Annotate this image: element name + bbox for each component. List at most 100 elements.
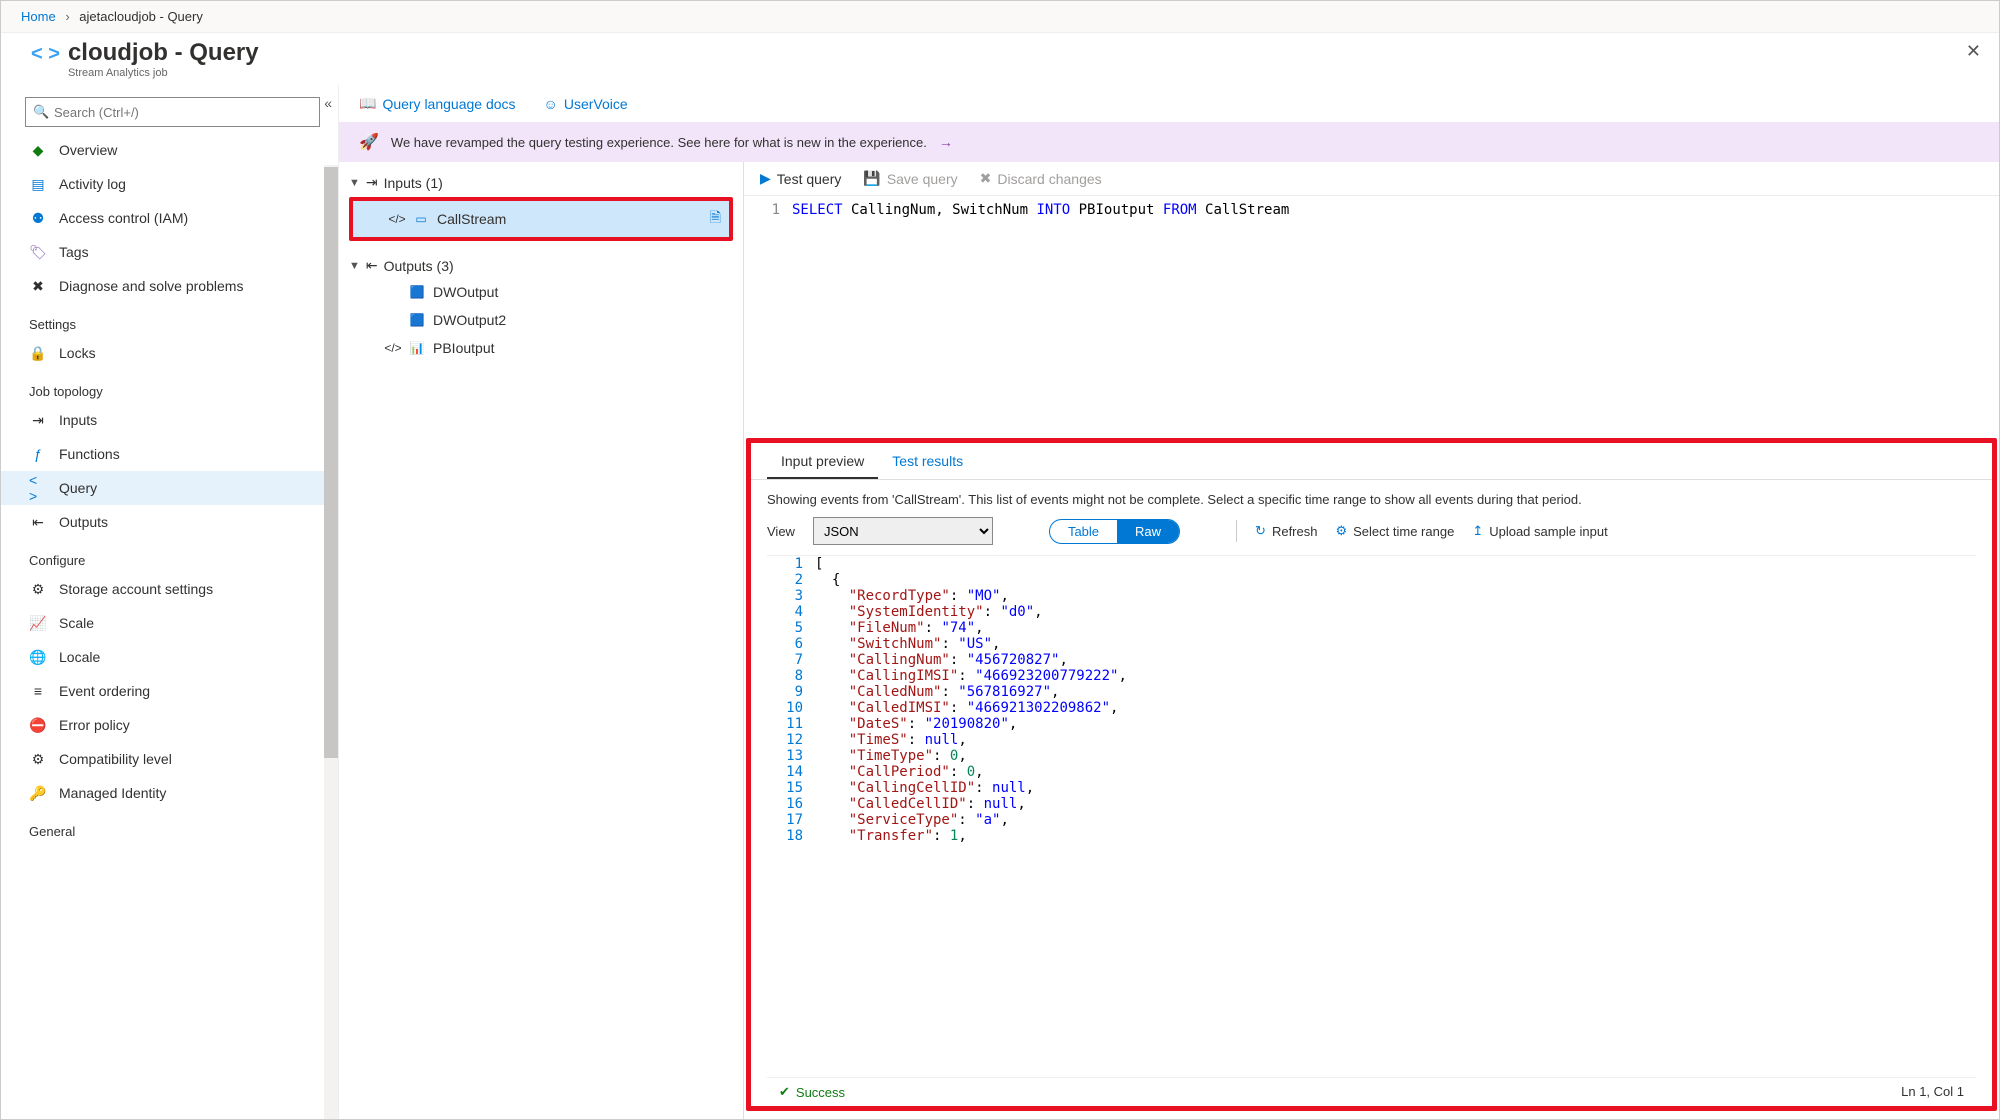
sidebar-item-tags[interactable]: 🏷Tags [1,235,338,269]
sidebar-item-diagnose-and-solve-problems[interactable]: ✖Diagnose and solve problems [1,269,338,303]
breadcrumb-home[interactable]: Home [21,9,56,24]
input-name: CallStream [437,211,506,227]
nav-section: Settings [1,303,338,336]
sidebar-item-scale[interactable]: 📈Scale [1,606,338,640]
io-tree-panel: ▼ ⇥ Inputs (1) </> ▭ CallStream 🗎 [339,162,744,1119]
query-language-docs-link[interactable]: 📖 Query language docs [359,95,516,112]
nav-item-label: Access control (IAM) [59,210,188,226]
nav-item-label: Managed Identity [59,785,166,801]
json-viewer[interactable]: 1[2 {3 "RecordType": "MO",4 "SystemIdent… [767,555,1976,1077]
json-line: 11 "DateS": "20190820", [767,716,1976,732]
inputs-group: ▼ ⇥ Inputs (1) </> ▭ CallStream 🗎 [349,170,733,241]
output-name: DWOutput [433,284,498,300]
uservoice-link[interactable]: ☺ UserVoice [544,96,628,112]
header: < > cloudjob - Query Stream Analytics jo… [1,33,1999,85]
sidebar-item-locale[interactable]: 🌐Locale [1,640,338,674]
json-line: 4 "SystemIdentity": "d0", [767,604,1976,620]
sidebar-item-storage-account-settings[interactable]: ⚙Storage account settings [1,572,338,606]
page-subtitle: Stream Analytics job [68,67,259,79]
json-line: 3 "RecordType": "MO", [767,588,1976,604]
content: 📖 Query language docs ☺ UserVoice 🚀 We h… [339,85,1999,1119]
sidebar-item-access-control-iam-[interactable]: ⚉Access control (IAM) [1,201,338,235]
sidebar-item-activity-log[interactable]: ▤Activity log [1,167,338,201]
refresh-button[interactable]: ↻Refresh [1255,523,1317,539]
search-wrap: 🔍 [1,91,338,133]
sidebar-item-error-policy[interactable]: ⛔Error policy [1,708,338,742]
tab-input-preview[interactable]: Input preview [767,443,878,479]
nav-item-icon: ⇥ [29,411,47,429]
json-line: 12 "TimeS": null, [767,732,1976,748]
discard-changes-label: Discard changes [997,171,1101,187]
inputs-header[interactable]: ▼ ⇥ Inputs (1) [349,170,733,195]
test-query-button[interactable]: ▶ Test query [760,170,841,187]
nav-item-icon: ƒ [29,445,47,463]
sidebar-item-overview[interactable]: ◆Overview [1,133,338,167]
json-line: 18 "Transfer": 1, [767,828,1976,844]
book-icon: 📖 [359,95,376,112]
nav-item-label: Compatibility level [59,751,172,767]
nav-item-label: Overview [59,142,117,158]
nav-item-icon: ⇤ [29,513,47,531]
nav-item-label: Locks [59,345,96,361]
preview-body: Showing events from 'CallStream'. This l… [751,480,1992,1106]
toggle-table[interactable]: Table [1050,520,1117,543]
check-icon: ✔ [779,1084,790,1100]
sidebar-scrollbar[interactable] [324,165,338,1119]
sidebar-item-managed-identity[interactable]: 🔑Managed Identity [1,776,338,810]
input-callstream[interactable]: </> ▭ CallStream 🗎 [353,201,729,237]
tab-test-results[interactable]: Test results [878,443,977,479]
topbar: 📖 Query language docs ☺ UserVoice [339,85,1999,122]
eventhub-icon: ▭ [413,211,429,227]
nav-item-label: Query [59,480,97,496]
nav-item-label: Locale [59,649,100,665]
sidebar-item-inputs[interactable]: ⇥Inputs [1,403,338,437]
query-editor[interactable]: 1 SELECT CallingNum, SwitchNum INTO PBIo… [744,196,1999,436]
sidebar-item-query[interactable]: < >Query [1,471,338,505]
search-input[interactable] [25,97,320,127]
json-line: 5 "FileNum": "74", [767,620,1976,636]
banner-text: We have revamped the query testing exper… [391,135,927,150]
preview-tabs: Input preview Test results [751,443,1992,480]
close-icon[interactable]: ✕ [1966,41,1981,62]
output-dwoutput[interactable]: 🟦DWOutput [349,278,733,306]
nav-item-icon: ✖ [29,277,47,295]
powerbi-icon: 📊 [409,340,425,356]
sidebar: « 🔍 ◆Overview▤Activity log⚉Access contro… [1,85,339,1119]
refresh-icon: ↻ [1255,523,1266,539]
title-block: cloudjob - Query Stream Analytics job [68,39,259,79]
nav-item-icon: ≡ [29,682,47,700]
sidebar-item-locks[interactable]: 🔒Locks [1,336,338,370]
search-icon: 🔍 [33,104,49,120]
sidebar-item-event-ordering[interactable]: ≡Event ordering [1,674,338,708]
json-line: 17 "ServiceType": "a", [767,812,1976,828]
select-time-range-button[interactable]: ⚙Select time range [1335,523,1454,539]
json-line: 13 "TimeType": 0, [767,748,1976,764]
smile-icon: ☺ [544,96,558,112]
view-label: View [767,524,795,539]
upload-sample-button[interactable]: ↥Upload sample input [1472,523,1607,539]
editor-panel: ▶ Test query 💾 Save query ✖ Discard chan… [744,162,1999,1119]
body: « 🔍 ◆Overview▤Activity log⚉Access contro… [1,85,1999,1119]
info-banner[interactable]: 🚀 We have revamped the query testing exp… [339,122,1999,162]
resource-icon: < > [31,43,60,66]
gear-icon: ⚙ [1335,523,1347,539]
output-name: DWOutput2 [433,312,506,328]
output-pbioutput[interactable]: </>📊PBIoutput [349,334,733,362]
uservoice-label: UserVoice [564,96,628,112]
view-select[interactable]: JSON [813,517,993,545]
sidebar-nav: ◆Overview▤Activity log⚉Access control (I… [1,133,338,1119]
outputs-header[interactable]: ▼ ⇤ Outputs (3) [349,253,733,278]
json-line: 14 "CallPeriod": 0, [767,764,1976,780]
toggle-raw[interactable]: Raw [1117,520,1179,543]
page-title: cloudjob - Query [68,39,259,67]
outputs-icon: ⇤ [366,257,378,274]
test-query-label: Test query [777,171,842,187]
sidebar-item-compatibility-level[interactable]: ⚙Compatibility level [1,742,338,776]
nav-section: Configure [1,539,338,572]
status-bar: ✔Success Ln 1, Col 1 [767,1077,1976,1106]
output-dwoutput2[interactable]: 🟦DWOutput2 [349,306,733,334]
preview-controls: View JSON Table Raw ↻Refresh ⚙S [767,517,1976,545]
sidebar-item-outputs[interactable]: ⇤Outputs [1,505,338,539]
editor-toolbar: ▶ Test query 💾 Save query ✖ Discard chan… [744,162,1999,196]
sidebar-item-functions[interactable]: ƒFunctions [1,437,338,471]
